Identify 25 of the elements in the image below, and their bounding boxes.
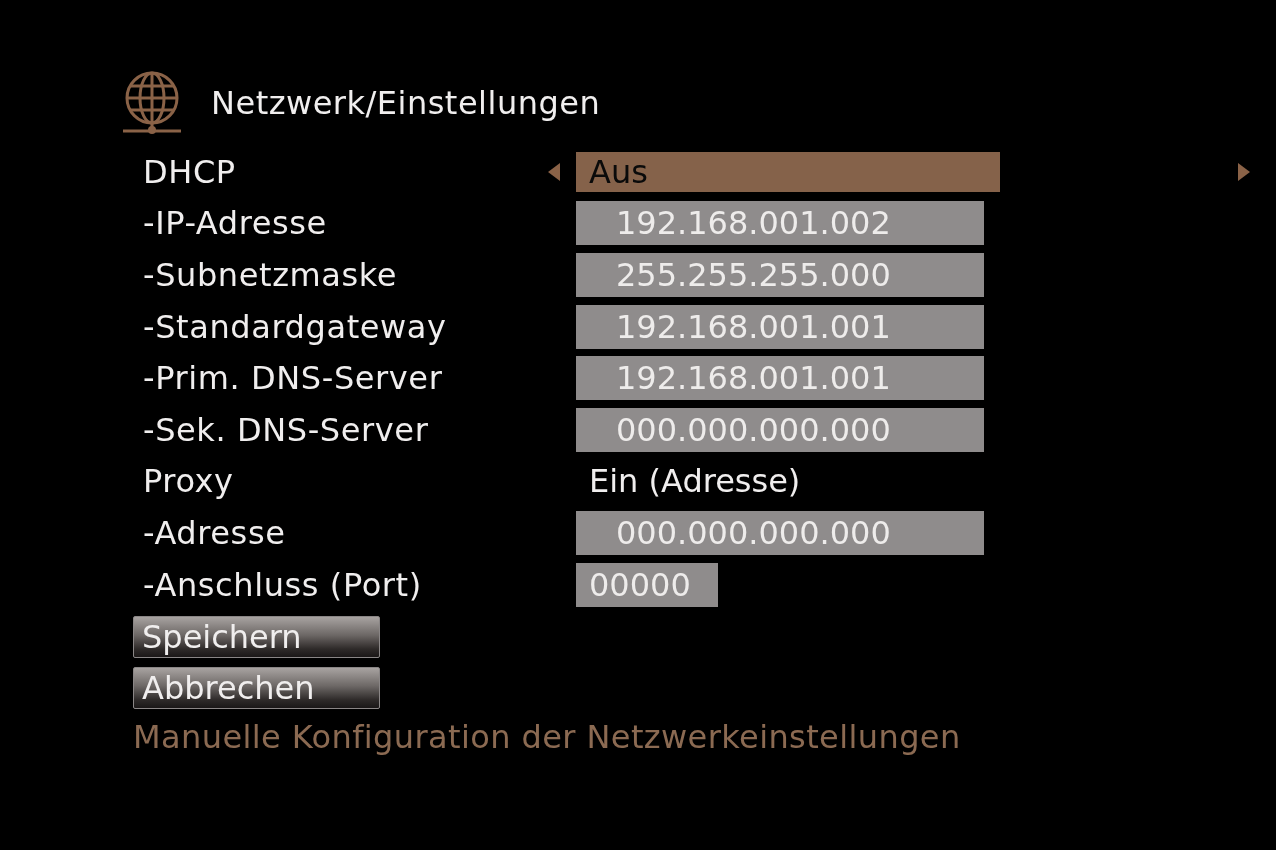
address-field[interactable]: 192.168.001.002	[576, 201, 984, 246]
address-field[interactable]: 192.168.001.001	[576, 304, 984, 349]
option-value[interactable]: Ein (Adresse)	[576, 465, 1236, 498]
setting-label: -Standardgateway	[143, 310, 448, 343]
setting-label: -Adresse	[143, 516, 287, 549]
screen-title: Netzwerk/Einstellungen	[211, 83, 601, 124]
right-arrow-icon[interactable]	[1236, 162, 1252, 183]
setting-label: -Subnetzmaske	[143, 259, 399, 291]
cancel-button[interactable]: Abbrechen	[133, 667, 380, 710]
setting-label: -IP-Adresse	[143, 207, 328, 240]
setting-label: DHCP	[143, 155, 237, 188]
address-field[interactable]: 192.168.001.001	[576, 356, 984, 401]
setting-label: -Sek. DNS-Server	[143, 413, 430, 446]
setting-label: Proxy	[143, 465, 235, 498]
globe-icon	[123, 71, 181, 135]
setting-label: -Anschluss (Port)	[143, 568, 423, 601]
option-selector[interactable]: Aus	[576, 151, 1000, 192]
address-field[interactable]: 255.255.255.000	[576, 253, 984, 297]
setting-label: -Prim. DNS-Server	[143, 362, 444, 395]
address-field[interactable]: 000.000.000.000	[576, 510, 984, 555]
port-field[interactable]: 00000	[576, 562, 718, 607]
save-button[interactable]: Speichern	[133, 616, 380, 659]
left-arrow-icon[interactable]	[546, 162, 562, 183]
help-text: Manuelle Konfiguration der Netzwerkeinstellungen	[133, 717, 962, 759]
address-field[interactable]: 000.000.000.000	[576, 407, 984, 452]
